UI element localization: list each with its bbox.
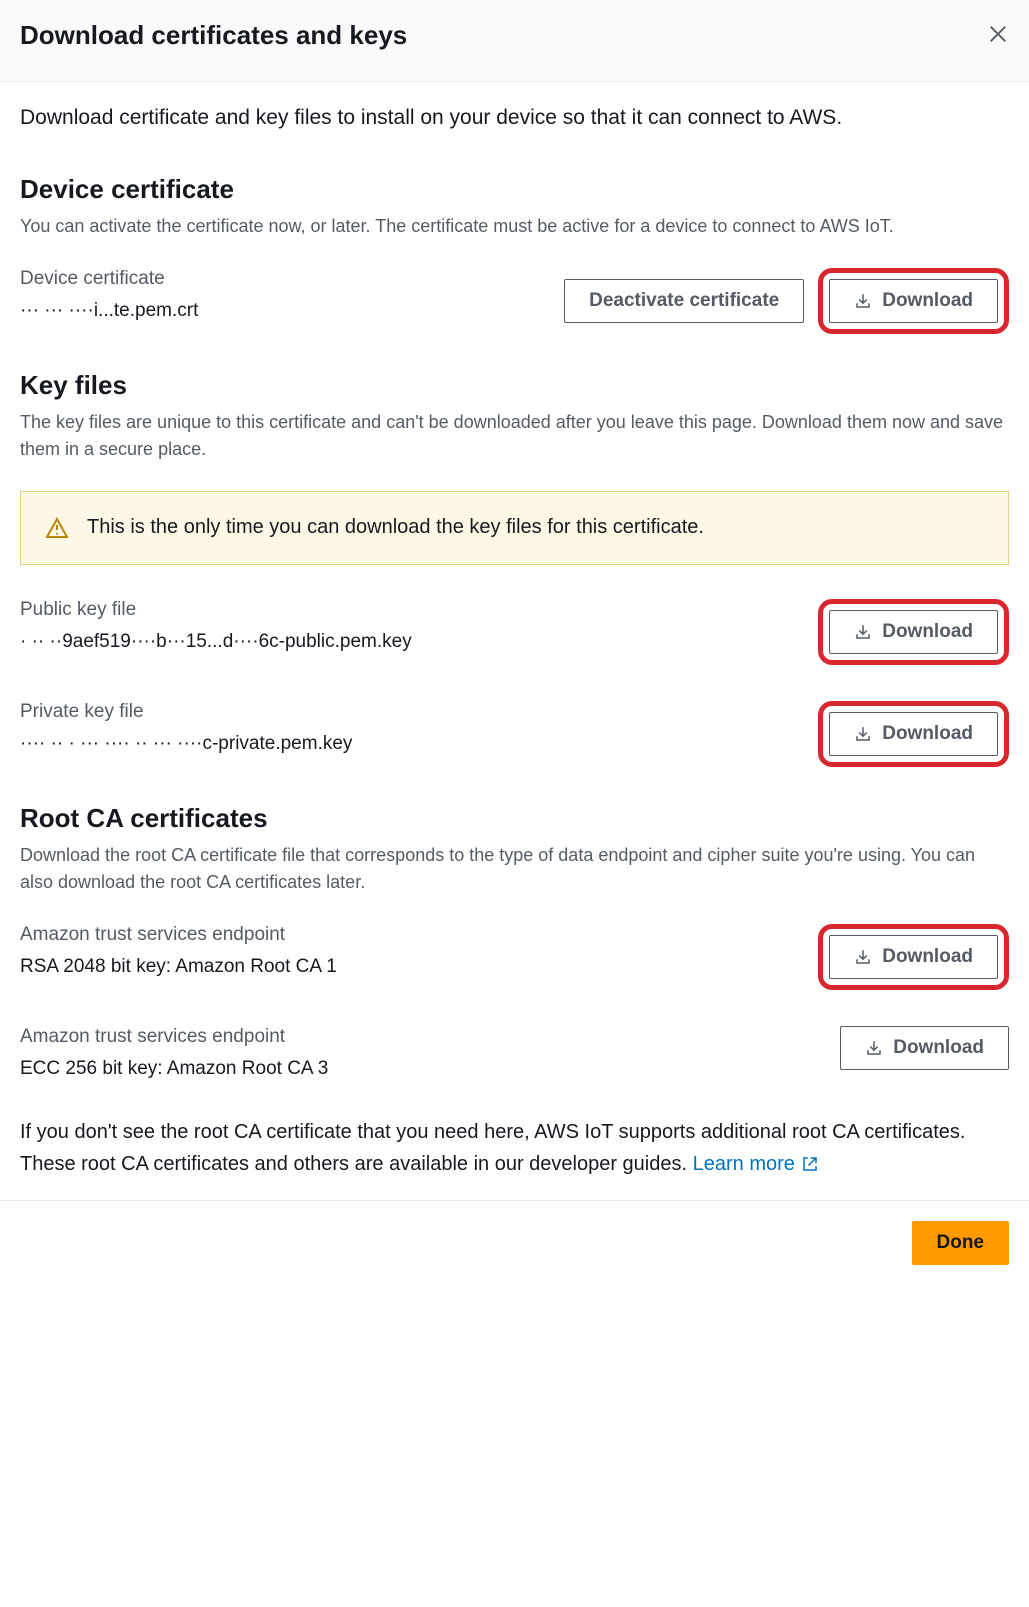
highlight-private-key-download: Download	[818, 701, 1009, 767]
highlight-root-ca-rsa-download: Download	[818, 924, 1009, 990]
private-key-download-button[interactable]: Download	[829, 712, 998, 756]
public-key-row: Public key file · ·· ··9aef519····b···15…	[20, 599, 1009, 665]
close-button[interactable]	[987, 23, 1009, 49]
learn-more-link[interactable]: Learn more	[693, 1148, 819, 1180]
warning-icon	[45, 516, 69, 540]
private-key-row: Private key file ···· ·· · ··· ···· ·· ·…	[20, 701, 1009, 767]
device-cert-label: Device certificate	[20, 268, 544, 290]
root-ca-ecc-download-label: Download	[893, 1037, 984, 1059]
private-key-filename: ···· ·· · ··· ···· ·· ··· ····c-private.…	[20, 733, 798, 755]
learn-more-label: Learn more	[693, 1148, 795, 1180]
download-icon	[865, 1039, 883, 1057]
root-ca-title: Root CA certificates	[20, 803, 1009, 834]
download-icon	[854, 292, 872, 310]
device-cert-download-button[interactable]: Download	[829, 279, 998, 323]
close-icon	[987, 23, 1009, 45]
root-ca-rsa-label: Amazon trust services endpoint	[20, 924, 798, 946]
device-cert-filename: ··· ··· ····i...te.pem.crt	[20, 300, 544, 322]
modal-header: Download certificates and keys	[0, 0, 1029, 82]
highlight-device-cert-download: Download	[818, 268, 1009, 334]
root-ca-footer-text: If you don't see the root CA certificate…	[20, 1116, 1009, 1180]
root-ca-footer-text-body: If you don't see the root CA certificate…	[20, 1121, 965, 1175]
download-icon	[854, 623, 872, 641]
modal-title: Download certificates and keys	[20, 20, 407, 51]
modal-footer: Done	[0, 1200, 1029, 1285]
device-cert-row: Device certificate ··· ··· ····i...te.pe…	[20, 268, 1009, 334]
device-cert-desc: You can activate the certificate now, or…	[20, 213, 1009, 240]
root-ca-rsa-row: Amazon trust services endpoint RSA 2048 …	[20, 924, 1009, 990]
download-icon	[854, 948, 872, 966]
key-files-alert-text: This is the only time you can download t…	[87, 516, 704, 539]
intro-text: Download certificate and key files to in…	[20, 102, 1009, 134]
private-key-label: Private key file	[20, 701, 798, 723]
root-ca-ecc-row: Amazon trust services endpoint ECC 256 b…	[20, 1026, 1009, 1080]
key-files-desc: The key files are unique to this certifi…	[20, 409, 1009, 463]
key-files-title: Key files	[20, 370, 1009, 401]
root-ca-rsa-download-button[interactable]: Download	[829, 935, 998, 979]
public-key-label: Public key file	[20, 599, 798, 621]
root-ca-ecc-value: ECC 256 bit key: Amazon Root CA 3	[20, 1058, 820, 1080]
deactivate-cert-button[interactable]: Deactivate certificate	[564, 279, 804, 323]
public-key-filename: · ·· ··9aef519····b···15...d····6c-publi…	[20, 631, 798, 653]
root-ca-ecc-label: Amazon trust services endpoint	[20, 1026, 820, 1048]
root-ca-desc: Download the root CA certificate file th…	[20, 842, 1009, 896]
done-button[interactable]: Done	[912, 1221, 1010, 1265]
root-ca-rsa-value: RSA 2048 bit key: Amazon Root CA 1	[20, 956, 798, 978]
external-link-icon	[801, 1155, 819, 1173]
public-key-download-button[interactable]: Download	[829, 610, 998, 654]
key-files-alert: This is the only time you can download t…	[20, 491, 1009, 565]
root-ca-ecc-download-button[interactable]: Download	[840, 1026, 1009, 1070]
modal-body: Download certificate and key files to in…	[0, 82, 1029, 1200]
highlight-public-key-download: Download	[818, 599, 1009, 665]
root-ca-rsa-download-label: Download	[882, 946, 973, 968]
device-cert-download-label: Download	[882, 290, 973, 312]
device-cert-title: Device certificate	[20, 174, 1009, 205]
private-key-download-label: Download	[882, 723, 973, 745]
download-icon	[854, 725, 872, 743]
public-key-download-label: Download	[882, 621, 973, 643]
